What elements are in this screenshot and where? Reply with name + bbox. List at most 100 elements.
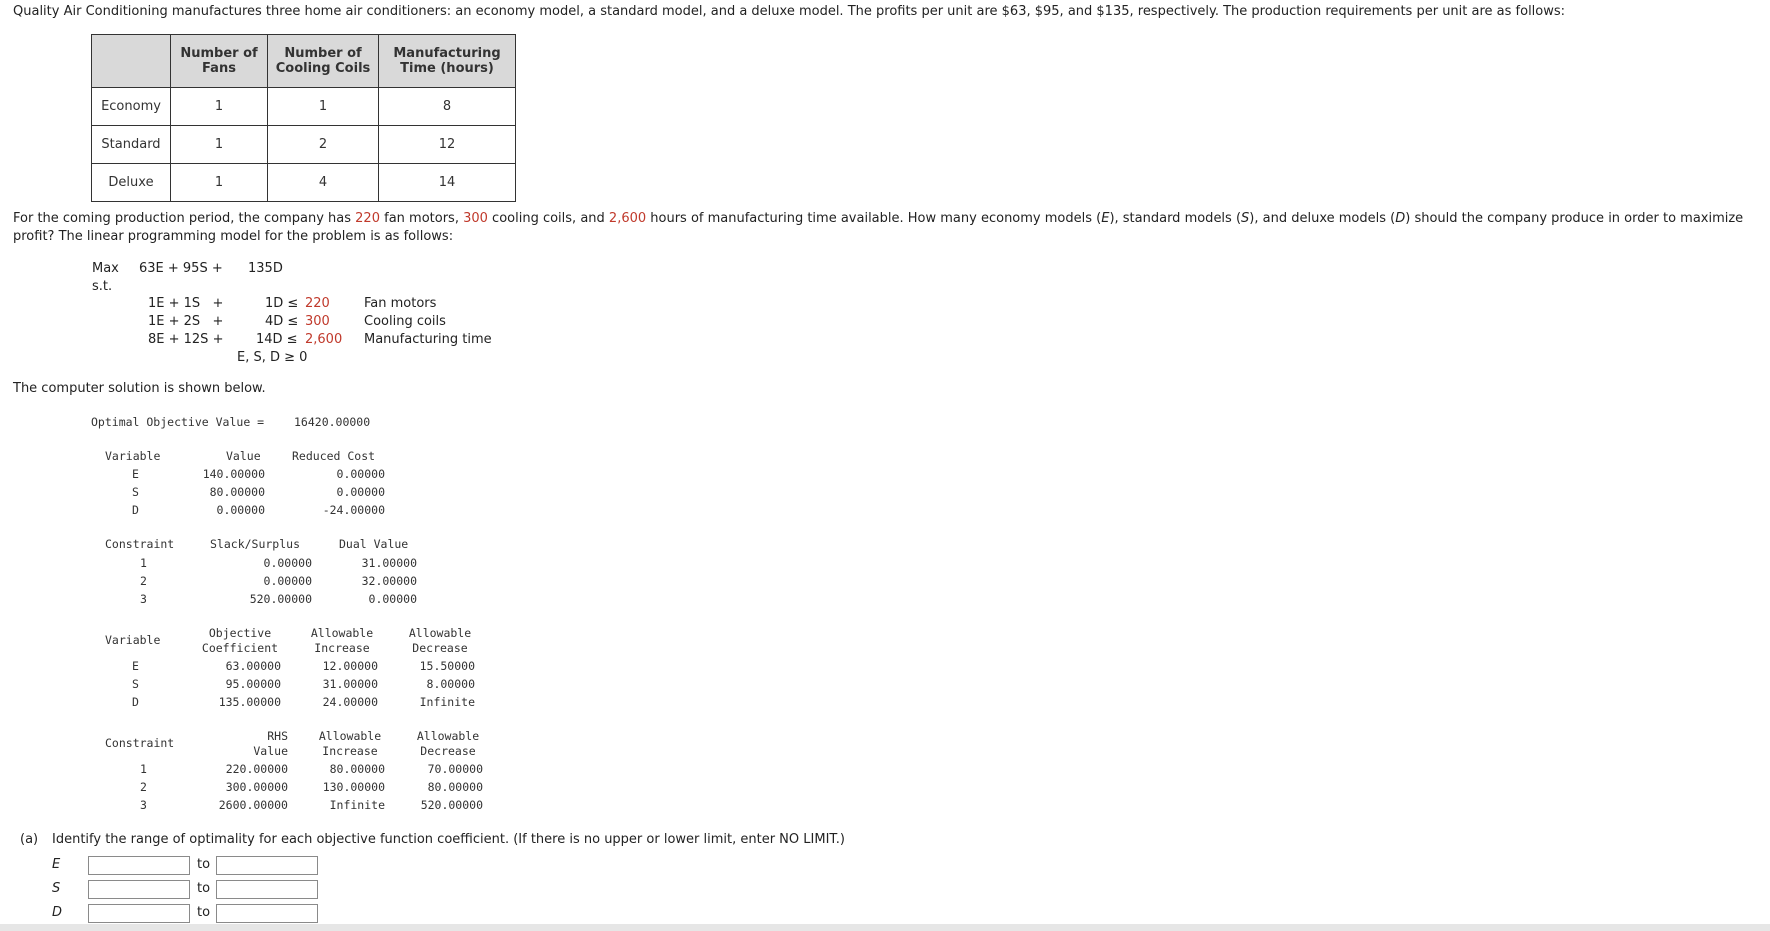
problem-paragraph-line2: profit? The linear programming model for… bbox=[13, 229, 454, 244]
range-coef: 95.00000 bbox=[225, 677, 281, 691]
model-st-label: s.t. bbox=[92, 279, 113, 294]
header-fans-line2: Fans bbox=[202, 61, 236, 76]
header-time-line1: Manufacturing bbox=[393, 46, 501, 61]
table-row: Economy 1 1 8 bbox=[91, 87, 516, 126]
e-upper-limit-input[interactable] bbox=[216, 856, 318, 875]
table-cell: 1 bbox=[170, 87, 268, 126]
constraint-3-rhs: 2,600 bbox=[305, 332, 343, 347]
var-name: D bbox=[132, 503, 139, 517]
constraint-1-left: 1E + 1S + bbox=[148, 296, 224, 311]
range-header-variable: Variable bbox=[105, 633, 161, 647]
var-reduced-cost: 0.00000 bbox=[336, 485, 385, 499]
rhs-con-name: 2 bbox=[140, 780, 147, 794]
header-coils-line1: Number of bbox=[284, 46, 362, 61]
rhs-decrease: 80.00000 bbox=[427, 780, 483, 794]
range-increase: 31.00000 bbox=[322, 677, 378, 691]
constraint-1-rhs: 220 bbox=[305, 296, 330, 311]
var-reduced-cost: -24.00000 bbox=[322, 503, 385, 517]
table-cell: 1 bbox=[170, 163, 268, 202]
con-name: 2 bbox=[140, 574, 147, 588]
constraint-2-left: 1E + 2S + bbox=[148, 314, 224, 329]
constraint-3-name: Manufacturing time bbox=[364, 332, 492, 347]
range-coef: 135.00000 bbox=[218, 695, 281, 709]
problem-paragraph-line1: For the coming production period, the co… bbox=[13, 211, 1743, 226]
range-var-name: E bbox=[132, 659, 139, 673]
rhs-header-decrease: Allowable Decrease bbox=[416, 729, 480, 758]
table-row: Standard 1 2 12 bbox=[91, 125, 516, 164]
rhs-header-increase: Allowable Increase bbox=[318, 729, 382, 758]
var-reduced-cost: 0.00000 bbox=[336, 467, 385, 481]
header-coils-line2: Cooling Coils bbox=[275, 61, 371, 76]
con-header-dual: Dual Value bbox=[339, 537, 409, 551]
model-objective: 63E + 95S + bbox=[139, 261, 223, 276]
answer-row-var: E bbox=[52, 857, 61, 872]
header-fans: Number of Fans bbox=[170, 34, 268, 88]
p2-text: ), and deluxe models ( bbox=[1249, 211, 1396, 226]
header-manufacturing-time: Manufacturing Time (hours) bbox=[378, 34, 516, 88]
range-var-name: D bbox=[132, 695, 139, 709]
rhs-value: 2600.00000 bbox=[218, 798, 288, 812]
var-header-variable: Variable bbox=[105, 449, 161, 463]
table-cell: 12 bbox=[378, 125, 516, 164]
cooling-coils-available: 300 bbox=[463, 211, 488, 226]
question-a-label: (a) bbox=[20, 832, 39, 847]
e-lower-limit-input[interactable] bbox=[88, 856, 190, 875]
answer-to-label: to bbox=[197, 881, 211, 896]
row-label: Deluxe bbox=[91, 163, 171, 202]
con-header-slack: Slack/Surplus bbox=[210, 537, 301, 551]
var-value: 140.00000 bbox=[202, 467, 265, 481]
p2-text: For the coming production period, the co… bbox=[13, 211, 356, 226]
p2-text: hours of manufacturing time available. H… bbox=[646, 211, 1102, 226]
p2-text: ) should the company produce in order to… bbox=[1405, 211, 1744, 226]
con-dual: 0.00000 bbox=[368, 592, 417, 606]
constraint-2-name: Cooling coils bbox=[364, 314, 446, 329]
header-time-line2: Time (hours) bbox=[400, 61, 494, 76]
var-header-value: Value bbox=[226, 449, 261, 463]
p2-text: ), standard models ( bbox=[1109, 211, 1242, 226]
p2-text: cooling coils, and bbox=[487, 211, 609, 226]
intro-paragraph: Quality Air Conditioning manufactures th… bbox=[13, 4, 1566, 19]
constraint-3-left: 8E + 12S + bbox=[148, 332, 224, 347]
d-upper-limit-input[interactable] bbox=[216, 904, 318, 923]
constraint-1-name: Fan motors bbox=[364, 296, 437, 311]
con-slack: 0.00000 bbox=[263, 556, 312, 570]
table-cell: 1 bbox=[170, 125, 268, 164]
rhs-header-constraint: Constraint bbox=[105, 736, 175, 750]
d-lower-limit-input[interactable] bbox=[88, 904, 190, 923]
row-label: Standard bbox=[91, 125, 171, 164]
model-max-label: Max bbox=[92, 261, 119, 276]
answer-to-label: to bbox=[197, 857, 211, 872]
hours-available: 2,600 bbox=[608, 211, 647, 226]
range-header-increase: Allowable Increase bbox=[310, 626, 374, 655]
constraint-3-mid: 14D ≤ bbox=[256, 332, 298, 347]
horizontal-scrollbar[interactable] bbox=[0, 924, 1770, 931]
rhs-decrease: 520.00000 bbox=[420, 798, 483, 812]
solution-intro: The computer solution is shown below. bbox=[13, 381, 266, 396]
range-header-coefficient: Objective Coefficient bbox=[201, 626, 279, 655]
con-dual: 32.00000 bbox=[361, 574, 417, 588]
con-name: 3 bbox=[140, 592, 147, 606]
model-objective-d: 135D bbox=[248, 261, 283, 276]
s-upper-limit-input[interactable] bbox=[216, 880, 318, 899]
var-name: E bbox=[132, 467, 139, 481]
header-fans-line1: Number of bbox=[180, 46, 258, 61]
rhs-value: 300.00000 bbox=[225, 780, 288, 794]
range-decrease: 15.50000 bbox=[419, 659, 475, 673]
table-cell: 1 bbox=[267, 87, 379, 126]
con-slack: 520.00000 bbox=[249, 592, 312, 606]
rhs-con-name: 3 bbox=[140, 798, 147, 812]
var-d: D bbox=[1395, 211, 1406, 226]
s-lower-limit-input[interactable] bbox=[88, 880, 190, 899]
rhs-header-value: RHS Value bbox=[253, 729, 288, 758]
con-dual: 31.00000 bbox=[361, 556, 417, 570]
var-name: S bbox=[132, 485, 139, 499]
fan-motors-available: 220 bbox=[355, 211, 380, 226]
range-increase: 12.00000 bbox=[322, 659, 378, 673]
range-increase: 24.00000 bbox=[322, 695, 378, 709]
constraint-2-mid: 4D ≤ bbox=[265, 314, 299, 329]
table-header-row: Number of Fans Number of Cooling Coils Man… bbox=[91, 34, 516, 88]
range-decrease: 8.00000 bbox=[426, 677, 475, 691]
rhs-con-name: 1 bbox=[140, 762, 147, 776]
rhs-increase: 130.00000 bbox=[322, 780, 385, 794]
range-coef: 63.00000 bbox=[225, 659, 281, 673]
